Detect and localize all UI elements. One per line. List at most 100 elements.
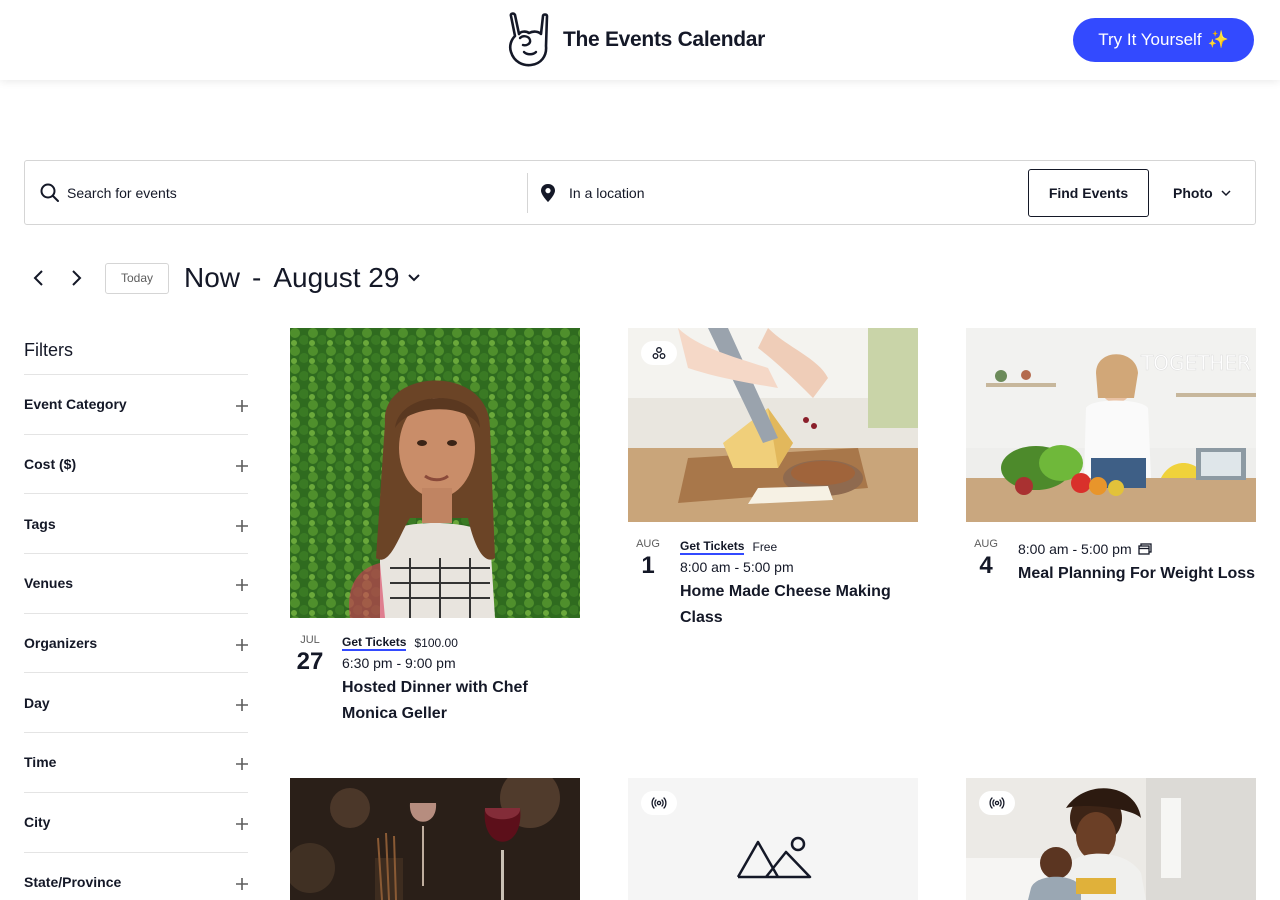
events-search-bar: Find Events Photo (24, 160, 1256, 225)
get-tickets-link[interactable]: Get Tickets (342, 635, 407, 651)
site-header: The Events Calendar Try It Yourself ✨ (0, 0, 1280, 80)
search-divider (527, 173, 528, 213)
filter-event-category[interactable]: Event Category (24, 375, 248, 435)
filters-heading: Filters (24, 328, 248, 375)
filter-label: Day (24, 694, 50, 711)
event-card: JUL 27 Get Tickets $100.00 6:30 pm - 9:0… (290, 328, 580, 722)
ticket-row: Get Tickets $100.00 (342, 634, 582, 652)
filter-state-province[interactable]: State/Province (24, 853, 248, 900)
ticket-row: Get Tickets Free (680, 538, 920, 556)
filter-city[interactable]: City (24, 793, 248, 853)
plus-icon (236, 758, 248, 771)
virtual-event-badge (979, 791, 1015, 815)
view-selector[interactable]: Photo (1173, 181, 1231, 205)
filter-cost[interactable]: Cost ($) (24, 435, 248, 495)
event-date: AUG 1 (628, 538, 668, 581)
event-month: JUL (300, 634, 320, 646)
date-range-picker[interactable]: Now - August 29 (184, 262, 421, 294)
event-day: 27 (296, 648, 324, 675)
location-pin-icon (541, 184, 555, 202)
hybrid-event-icon (652, 347, 666, 359)
together-sign: TOGETHER (1140, 351, 1251, 375)
portrait-woman-photo (290, 328, 580, 618)
recurring-event-icon (1137, 543, 1152, 555)
filter-label: Event Category (24, 396, 127, 413)
virtual-event-icon (989, 797, 1005, 809)
event-image-portrait[interactable] (290, 328, 580, 618)
previous-events-button[interactable] (24, 264, 52, 292)
event-month: AUG (974, 538, 998, 550)
plus-icon (236, 400, 248, 413)
hybrid-event-badge (641, 341, 677, 365)
view-selector-label: Photo (1173, 185, 1213, 201)
event-image-family[interactable] (966, 778, 1256, 900)
event-card (966, 778, 1256, 900)
date-range-start: Now (184, 262, 241, 293)
event-info: 8:00 am - 5:00 pm Meal Planning For Weig… (1018, 538, 1258, 587)
event-price: Free (752, 540, 778, 554)
get-tickets-link[interactable]: Get Tickets (680, 539, 745, 555)
event-image-cheese[interactable] (628, 328, 918, 522)
event-title-link[interactable]: Home Made Cheese Making Class (680, 579, 920, 631)
event-card: TOGETHER AUG 4 8:00 am - 5:00 pm Meal Pl… (966, 328, 1256, 582)
today-button[interactable]: Today (105, 262, 169, 294)
plus-icon (236, 460, 248, 473)
location-search-field (537, 177, 1017, 209)
event-time-row: 8:00 am - 5:00 pm (1018, 539, 1258, 559)
filter-label: Time (24, 754, 57, 771)
filter-day[interactable]: Day (24, 673, 248, 734)
filter-organizers[interactable]: Organizers (24, 614, 248, 674)
event-price: $100.00 (414, 636, 458, 650)
plus-icon (236, 698, 248, 711)
filter-label: Organizers (24, 635, 98, 652)
chevron-left-icon (33, 270, 43, 286)
sparkles-icon: ✨ (1207, 30, 1229, 49)
event-month: AUG (636, 538, 660, 550)
event-card (290, 778, 580, 900)
filter-label: City (24, 814, 51, 831)
wine-glasses-photo (290, 778, 580, 900)
event-date: AUG 4 (966, 538, 1006, 581)
event-day: 1 (641, 552, 655, 579)
event-title-link[interactable]: Meal Planning For Weight Loss (1018, 561, 1258, 587)
date-range-separator: - (252, 262, 262, 293)
kitchen-vegetables-photo: TOGETHER (966, 328, 1256, 522)
event-image-placeholder[interactable] (628, 778, 918, 900)
virtual-event-badge (641, 791, 677, 815)
plus-icon (236, 519, 248, 532)
filter-label: Tags (24, 515, 56, 532)
search-icon (40, 183, 59, 202)
try-it-yourself-label: Try It Yourself (1098, 30, 1202, 49)
event-info: Get Tickets $100.00 6:30 pm - 9:00 pm Ho… (342, 634, 582, 727)
chevron-down-icon (1221, 190, 1231, 197)
find-events-button[interactable]: Find Events (1028, 169, 1149, 217)
event-card (628, 778, 918, 900)
event-image-wine[interactable] (290, 778, 580, 900)
try-it-yourself-button[interactable]: Try It Yourself ✨ (1073, 18, 1254, 62)
date-navigation: Today Now - August 29 (24, 258, 421, 298)
event-image-kitchen[interactable]: TOGETHER (966, 328, 1256, 522)
filter-time[interactable]: Time (24, 733, 248, 793)
virtual-event-icon (651, 797, 667, 809)
event-time: 6:30 pm - 9:00 pm (342, 655, 456, 671)
next-events-button[interactable] (63, 264, 91, 292)
brand-name: The Events Calendar (563, 28, 766, 51)
plus-icon (236, 639, 248, 652)
chevron-down-icon (408, 274, 421, 282)
keyword-search-input[interactable] (67, 185, 467, 201)
location-search-input[interactable] (569, 185, 969, 201)
rock-hand-logo-icon (508, 12, 549, 67)
plus-icon (236, 579, 248, 592)
event-date: JUL 27 (290, 634, 330, 677)
plus-icon (236, 818, 248, 831)
event-time: 8:00 am - 5:00 pm (1018, 541, 1132, 557)
brand-logo[interactable]: The Events Calendar (505, 12, 765, 68)
filter-label: Cost ($) (24, 456, 77, 473)
event-info: Get Tickets Free 8:00 am - 5:00 pm Home … (680, 538, 920, 631)
event-title-link[interactable]: Hosted Dinner with Chef Monica Geller (342, 675, 582, 727)
event-card: AUG 1 Get Tickets Free 8:00 am - 5:00 pm… (628, 328, 918, 626)
filter-venues[interactable]: Venues (24, 554, 248, 614)
plus-icon (236, 877, 248, 890)
filter-tags[interactable]: Tags (24, 494, 248, 555)
filter-bar: Filters Event Category Cost ($) Tags Ven… (24, 328, 248, 900)
